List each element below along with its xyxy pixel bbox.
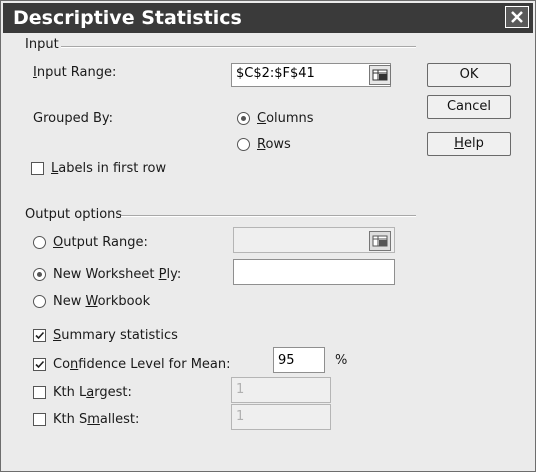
kth-largest-checkbox[interactable] [33, 386, 46, 399]
new-worksheet-label: New Worksheet Ply: [53, 267, 182, 282]
confidence-level-checkbox[interactable] [33, 358, 46, 371]
kth-smallest-label: Kth Smallest: [53, 412, 140, 427]
title-bar[interactable]: Descriptive Statistics [3, 3, 533, 33]
kth-largest-label: Kth Largest: [53, 385, 132, 400]
input-range-value: $C$2:$F$41 [236, 66, 315, 81]
output-group-divider [121, 215, 416, 217]
confidence-level-field[interactable]: 95 [273, 347, 325, 373]
close-button[interactable] [505, 6, 529, 28]
new-workbook-radio[interactable] [33, 295, 46, 308]
rows-label: Rows [257, 137, 291, 152]
dialog-title: Descriptive Statistics [13, 7, 242, 29]
checkmark-icon [35, 331, 45, 340]
confidence-level-label: Confidence Level for Mean: [53, 357, 231, 372]
new-workbook-label: New Workbook [53, 294, 151, 309]
input-group-divider [61, 46, 416, 48]
summary-statistics-label: Summary statistics [53, 328, 178, 343]
descriptive-statistics-dialog: Descriptive Statistics Input Input Range… [0, 0, 536, 472]
kth-largest-value: 1 [236, 382, 245, 397]
new-worksheet-field[interactable] [233, 259, 395, 285]
rows-radio[interactable] [237, 138, 250, 151]
labels-first-row-checkbox[interactable] [31, 162, 44, 175]
kth-largest-field[interactable]: 1 [231, 377, 331, 403]
help-button[interactable]: Help [427, 132, 511, 156]
output-section-label: Output options [25, 207, 123, 222]
labels-first-row-label: Labels in first row [51, 161, 167, 176]
input-section-label: Input [25, 37, 59, 52]
cancel-button[interactable]: Cancel [427, 95, 511, 119]
input-range-field[interactable]: $C$2:$F$41 [231, 63, 391, 87]
columns-label: Columns [257, 111, 314, 126]
output-range-label: Output Range: [53, 235, 148, 250]
output-range-radio[interactable] [33, 236, 46, 249]
ok-button[interactable]: OK [427, 63, 511, 87]
input-range-label: Input Range: [33, 65, 117, 80]
kth-smallest-field[interactable]: 1 [231, 404, 331, 430]
close-icon [511, 11, 523, 23]
range-select-icon [372, 235, 388, 247]
checkmark-icon [35, 360, 45, 369]
output-range-collapse-button[interactable] [369, 231, 391, 251]
percent-sign: % [335, 353, 348, 368]
input-range-collapse-button[interactable] [369, 65, 391, 85]
kth-smallest-checkbox[interactable] [33, 413, 46, 426]
summary-statistics-checkbox[interactable] [33, 329, 46, 342]
range-select-icon [372, 69, 388, 81]
new-worksheet-radio[interactable] [33, 268, 46, 281]
grouped-by-label: Grouped By: [33, 111, 114, 126]
columns-radio[interactable] [237, 112, 250, 125]
confidence-level-value: 95 [278, 353, 295, 368]
kth-smallest-value: 1 [236, 409, 245, 424]
